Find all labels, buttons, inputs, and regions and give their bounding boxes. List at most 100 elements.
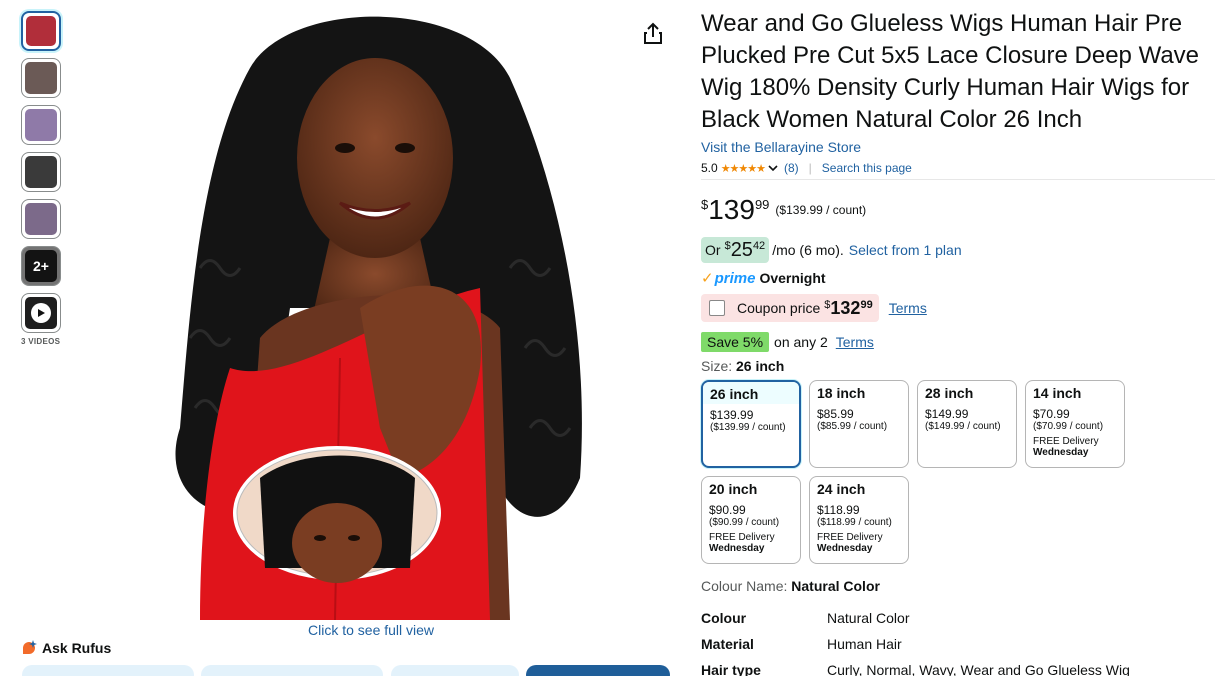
rufus-icon [23,640,37,654]
monthly-whole: 25 [730,239,753,261]
divider: | [808,161,812,175]
size-option-price: $85.99 [817,407,854,421]
rufus-ask-pill[interactable] [526,665,670,676]
colour-label: Colour Name: [701,578,788,594]
spec-key: Colour [701,610,747,626]
size-option-name: 20 inch [709,481,758,497]
price-whole: 139 [708,194,755,225]
prime-label: Overnight [759,270,826,286]
search-this-page-link[interactable]: Search this page [822,161,912,175]
main-product-image[interactable] [140,8,610,620]
rufus-suggestion-pill[interactable] [201,665,383,676]
size-option[interactable]: 14 inch $70.99 ($70.99 / count) FREE Delive… [1025,380,1125,468]
size-option-unit-price: ($90.99 / count) [709,517,780,528]
thumbnail-image [25,109,57,141]
product-info: Wear and Go Glueless Wigs Human Hair Pre… [701,8,1215,676]
spec-row: Colour Natural Color [701,610,1215,636]
size-option[interactable]: 20 inch $90.99 ($90.99 / count) FREE Delive… [701,476,801,564]
price-fraction: 99 [754,197,770,212]
size-option[interactable]: 26 inch $139.99 ($139.99 / count) [701,380,801,468]
rating-row: 5.0 ★★★★★ (8) | Search this page [701,161,1215,180]
store-link[interactable]: Visit the Bellarayine Store [701,139,1215,155]
image-thumbnail[interactable] [21,58,61,98]
select-plan-link[interactable]: Select from 1 plan [849,242,962,258]
product-title: Wear and Go Glueless Wigs Human Hair Pre… [701,10,1200,133]
ask-rufus-button[interactable]: Ask Rufus [21,640,111,656]
play-icon [31,303,51,323]
spec-row: Hair type Curly, Normal, Wavy, Wear and G… [701,662,1215,676]
thumbnail-image [26,16,56,46]
size-option[interactable]: 28 inch $149.99 ($149.99 / count) [917,380,1017,468]
colour-value: Natural Color [791,578,880,594]
size-option-price: $149.99 [925,407,969,421]
spec-value: Natural Color [827,610,910,626]
price-currency: $ [701,197,709,212]
size-option-price: $90.99 [709,503,746,517]
colour-name-row: Colour Name: Natural Color [701,578,1215,594]
spec-key: Material [701,636,754,652]
coupon-checkbox[interactable] [709,300,725,316]
coupon-fraction: 99 [860,299,873,311]
size-option-unit-price: ($85.99 / count) [817,421,888,432]
monthly-badge: Or $ 25 42 [701,237,770,263]
size-option-name: 26 inch [703,382,799,404]
product-photo [140,8,610,620]
rufus-suggestion-pill[interactable] [391,665,519,676]
size-option-delivery: FREE Delivery [817,532,883,543]
monthly-payment-row: Or $ 25 42 /mo (6 mo). Select from 1 pla… [701,237,1215,263]
coupon-row: Coupon price $ 132 99 Terms [701,294,1215,322]
share-icon[interactable] [642,22,664,46]
full-view-link[interactable]: Click to see full view [308,622,434,638]
spec-table: Colour Natural Color Material Human Hair Hai… [701,610,1215,676]
size-option-delivery-day: Wednesday [817,543,873,554]
thumbnail-image [25,62,57,94]
size-label: Size: 26 inch [701,358,1215,374]
image-thumbnail[interactable]: 2+ [21,246,61,286]
ratings-count-link[interactable]: (8) [784,161,799,175]
size-option-delivery: FREE Delivery [709,532,775,543]
save-terms-link[interactable]: Terms [836,334,874,350]
spec-row: Material Human Hair [701,636,1215,662]
video-thumbnail[interactable] [21,293,61,333]
size-option[interactable]: 24 inch $118.99 ($118.99 / count) FREE Deli… [809,476,909,564]
star-rating-icon[interactable]: ★★★★★ [721,162,766,175]
prime-delivery: ✓ prime Overnight [701,269,1215,288]
size-option-price: $70.99 [1033,407,1070,421]
thumbnail-image [25,203,57,235]
size-label-text: Size: [701,358,733,374]
size-option-unit-price: ($139.99 / count) [710,422,786,433]
rufus-suggestion-pill[interactable] [22,665,194,676]
size-selected: 26 inch [736,358,785,374]
image-thumbnail[interactable] [21,152,61,192]
thumbnail-image [25,156,57,188]
prime-check-icon: ✓ [701,270,714,287]
size-option-name: 24 inch [817,481,866,497]
rating-value: 5.0 [701,161,718,175]
price-per-unit: ($139.99 / count) [775,203,867,217]
coupon-box: Coupon price $ 132 99 [701,294,879,322]
coupon-terms-link[interactable]: Terms [889,300,927,316]
save-badge: Save 5% [701,332,770,352]
size-option-unit-price: ($149.99 / count) [925,421,1001,432]
ask-rufus-label: Ask Rufus [42,640,112,656]
size-option-unit-price: ($70.99 / count) [1033,421,1104,432]
size-option-delivery: FREE Delivery [1033,436,1099,447]
size-option-name: 14 inch [1033,385,1082,401]
monthly-fraction: 42 [752,240,766,252]
size-option-delivery-day: Wednesday [709,543,765,554]
save-row: Save 5% on any 2 Terms [701,332,1215,352]
price: $ 139 99 ($139.99 / count) [701,195,1215,225]
image-thumbnail[interactable] [21,11,61,51]
image-thumbnail[interactable] [21,105,61,145]
more-images-label: 2+ [22,247,60,285]
size-option[interactable]: 18 inch $85.99 ($85.99 / count) [809,380,909,468]
image-thumbnail[interactable] [21,199,61,239]
size-option-delivery-day: Wednesday [1033,447,1089,458]
spec-value: Human Hair [827,636,902,652]
prime-logo: prime [714,269,756,287]
monthly-prefix: Or [705,242,721,258]
thumbnail-strip: 2+ 3 VIDEOS [21,11,63,346]
chevron-down-icon[interactable] [768,163,778,173]
size-option-name: 28 inch [925,385,974,401]
coupon-label: Coupon price [737,300,821,316]
